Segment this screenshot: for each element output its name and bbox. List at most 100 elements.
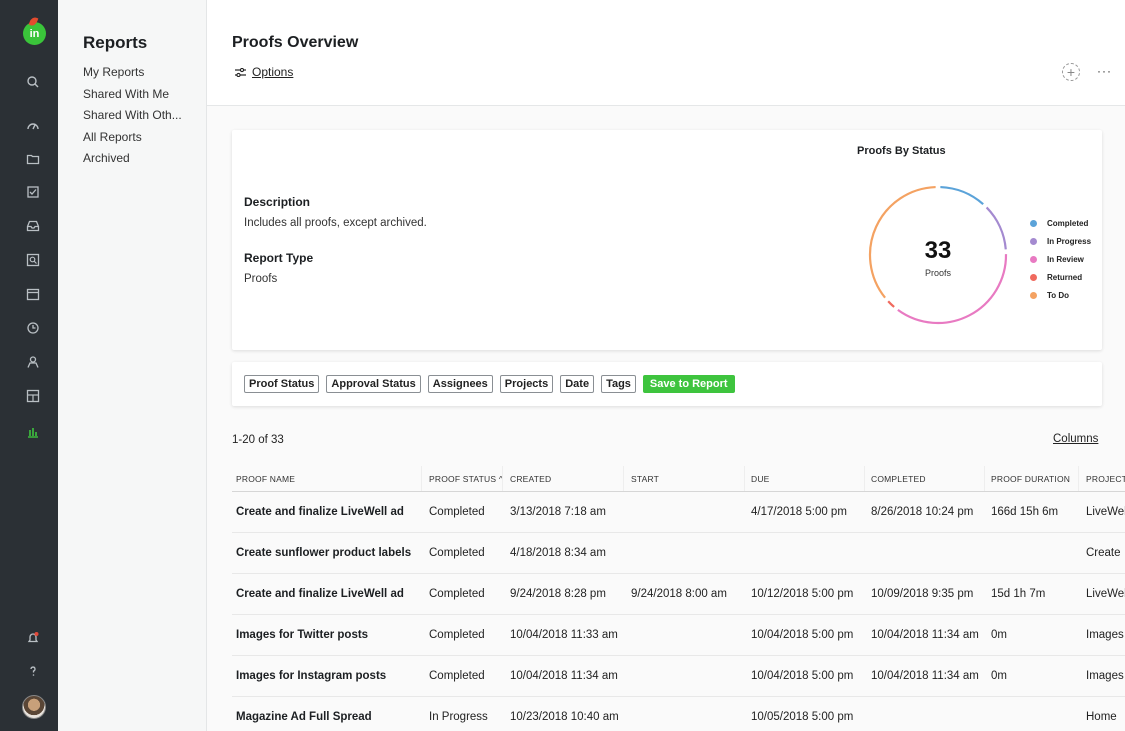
table-cell (627, 656, 745, 696)
column-header[interactable]: PROOF NAME (232, 466, 422, 491)
table-cell: Create (1086, 547, 1121, 559)
donut-segment-returned[interactable] (887, 300, 895, 308)
table-cell: 10/04/2018 5:00 pm (751, 670, 854, 682)
description-text: Includes all proofs, except archived. (244, 217, 427, 229)
sidebar-item-shared-with-me[interactable]: Shared With Me (83, 86, 182, 108)
filter-projects[interactable]: Projects (499, 375, 554, 393)
table-cell: 9/24/2018 8:00 am (631, 588, 727, 600)
column-header[interactable]: START (627, 466, 745, 491)
legend-item-returned[interactable]: Returned (1030, 268, 1091, 286)
legend-item-in-progress[interactable]: In Progress (1030, 232, 1091, 250)
legend-swatch (1030, 255, 1037, 263)
column-header[interactable]: PROOF DURATION (987, 466, 1079, 491)
table-row[interactable]: Create sunflower product labels Completed… (232, 533, 1125, 574)
table-cell: 10/12/2018 5:00 pm (751, 588, 854, 600)
help-icon[interactable] (25, 663, 41, 679)
donut-total: 33 (924, 237, 952, 264)
table-cell: Completed (429, 670, 485, 682)
table-cell (627, 533, 745, 573)
column-header[interactable]: COMPLETED (867, 466, 985, 491)
legend-swatch (1030, 273, 1037, 281)
sidebar-item-my-reports[interactable]: My Reports (83, 64, 182, 86)
table-row[interactable]: Magazine Ad Full Spread In Progress 10/23/… (232, 697, 1125, 731)
proof-search-icon-glyph (26, 253, 40, 267)
help-icon-glyph (30, 666, 36, 676)
checkbox-icon[interactable] (25, 184, 41, 200)
folder-icon[interactable] (25, 151, 41, 167)
notification-bell-icon[interactable] (25, 630, 41, 646)
table-cell: LiveWell (1086, 506, 1125, 518)
columns-link[interactable]: Columns (1053, 433, 1098, 445)
filter-tags[interactable]: Tags (601, 375, 636, 393)
column-header[interactable]: PROOF STATUS ^ (425, 466, 503, 491)
add-button[interactable]: + (1062, 63, 1080, 81)
legend-item-in-review[interactable]: In Review (1030, 250, 1091, 268)
table-cell: Images (1086, 629, 1124, 641)
column-header[interactable]: PROJECT (1082, 466, 1125, 491)
table-row[interactable]: Create and finalize LiveWell ad Completed… (232, 574, 1125, 615)
proof-name-link[interactable]: Images for Instagram posts (232, 656, 422, 696)
legend-label: Returned (1047, 272, 1083, 282)
column-header[interactable]: CREATED (506, 466, 624, 491)
inbox-icon[interactable] (25, 218, 41, 234)
table-row[interactable]: Create and finalize LiveWell ad Completed… (232, 492, 1125, 533)
filter-approval-status[interactable]: Approval Status (326, 375, 421, 393)
table-cell: 15d 1h 7m (991, 588, 1046, 600)
user-icon[interactable] (25, 354, 41, 370)
search-icon[interactable] (25, 74, 41, 90)
sidebar-item-archived[interactable]: Archived (83, 150, 182, 172)
table-row[interactable]: Images for Twitter posts Completed 10/04/2… (232, 615, 1125, 656)
app-rail: in (0, 0, 58, 731)
more-options-button[interactable]: ··· (1097, 64, 1112, 78)
legend-label: In Review (1047, 254, 1084, 264)
table-cell: 4/18/2018 8:34 am (510, 547, 606, 559)
sliders-icon (235, 67, 246, 77)
proof-name-link[interactable]: Create and finalize LiveWell ad (232, 574, 422, 614)
legend-item-to-do[interactable]: To Do (1030, 286, 1091, 304)
table-cell: 8/26/2018 10:24 pm (871, 506, 974, 518)
table-cell (627, 697, 745, 731)
table-cell: Completed (429, 629, 485, 641)
filter-proof-status[interactable]: Proof Status (244, 375, 320, 393)
sidebar-item-all-reports[interactable]: All Reports (83, 129, 182, 151)
donut-segment-in-progress[interactable] (985, 206, 1007, 250)
app-logo[interactable]: in (23, 22, 46, 45)
sidebar-list: My Reports Shared With Me Shared With Ot… (83, 64, 182, 172)
proof-name-link[interactable]: Create sunflower product labels (232, 533, 422, 573)
table-cell: 10/04/2018 11:34 am (510, 670, 618, 682)
report-type-label: Report Type (244, 251, 314, 265)
description-label: Description (244, 195, 311, 209)
legend-swatch (1030, 237, 1037, 245)
column-header[interactable]: DUE (747, 466, 865, 491)
table-cell (987, 697, 1079, 731)
table-row[interactable]: Images for Instagram posts Completed 10/04… (232, 656, 1125, 697)
legend-label: In Progress (1047, 236, 1092, 246)
clock-icon[interactable] (25, 320, 41, 336)
report-summary-card: Description Includes all proofs, except … (232, 130, 1102, 350)
save-to-report-button[interactable]: Save to Report (642, 375, 735, 393)
table-cell (627, 492, 745, 532)
reports-chart-icon[interactable] (25, 424, 41, 440)
proof-search-icon[interactable] (25, 252, 41, 268)
filter-assignees[interactable]: Assignees (427, 375, 493, 393)
legend-item-completed[interactable]: Completed (1030, 214, 1091, 232)
proof-name-link[interactable]: Images for Twitter posts (232, 615, 422, 655)
folder-icon-glyph (26, 154, 40, 165)
dashboard-gauge-icon-glyph (27, 123, 39, 130)
proof-name-link[interactable]: Create and finalize LiveWell ad (232, 492, 422, 532)
options-button[interactable]: Options (235, 65, 293, 79)
table-cell: 10/04/2018 11:34 am (871, 670, 979, 682)
calendar-icon[interactable] (25, 286, 41, 302)
search-icon-glyph (27, 76, 39, 88)
board-icon[interactable] (25, 388, 41, 404)
dashboard-gauge-icon[interactable] (25, 118, 41, 134)
sidebar-item-shared-with-others[interactable]: Shared With Oth... (83, 107, 182, 129)
legend-label: To Do (1047, 290, 1070, 300)
table-cell: 10/05/2018 5:00 pm (751, 711, 854, 723)
proof-name-link[interactable]: Magazine Ad Full Spread (232, 697, 422, 731)
table-cell: 0m (991, 670, 1007, 682)
filter-date[interactable]: Date (560, 375, 595, 393)
avatar[interactable] (22, 695, 46, 719)
donut-segment-completed[interactable] (940, 185, 984, 206)
reports-chart-icon-glyph (28, 428, 38, 438)
